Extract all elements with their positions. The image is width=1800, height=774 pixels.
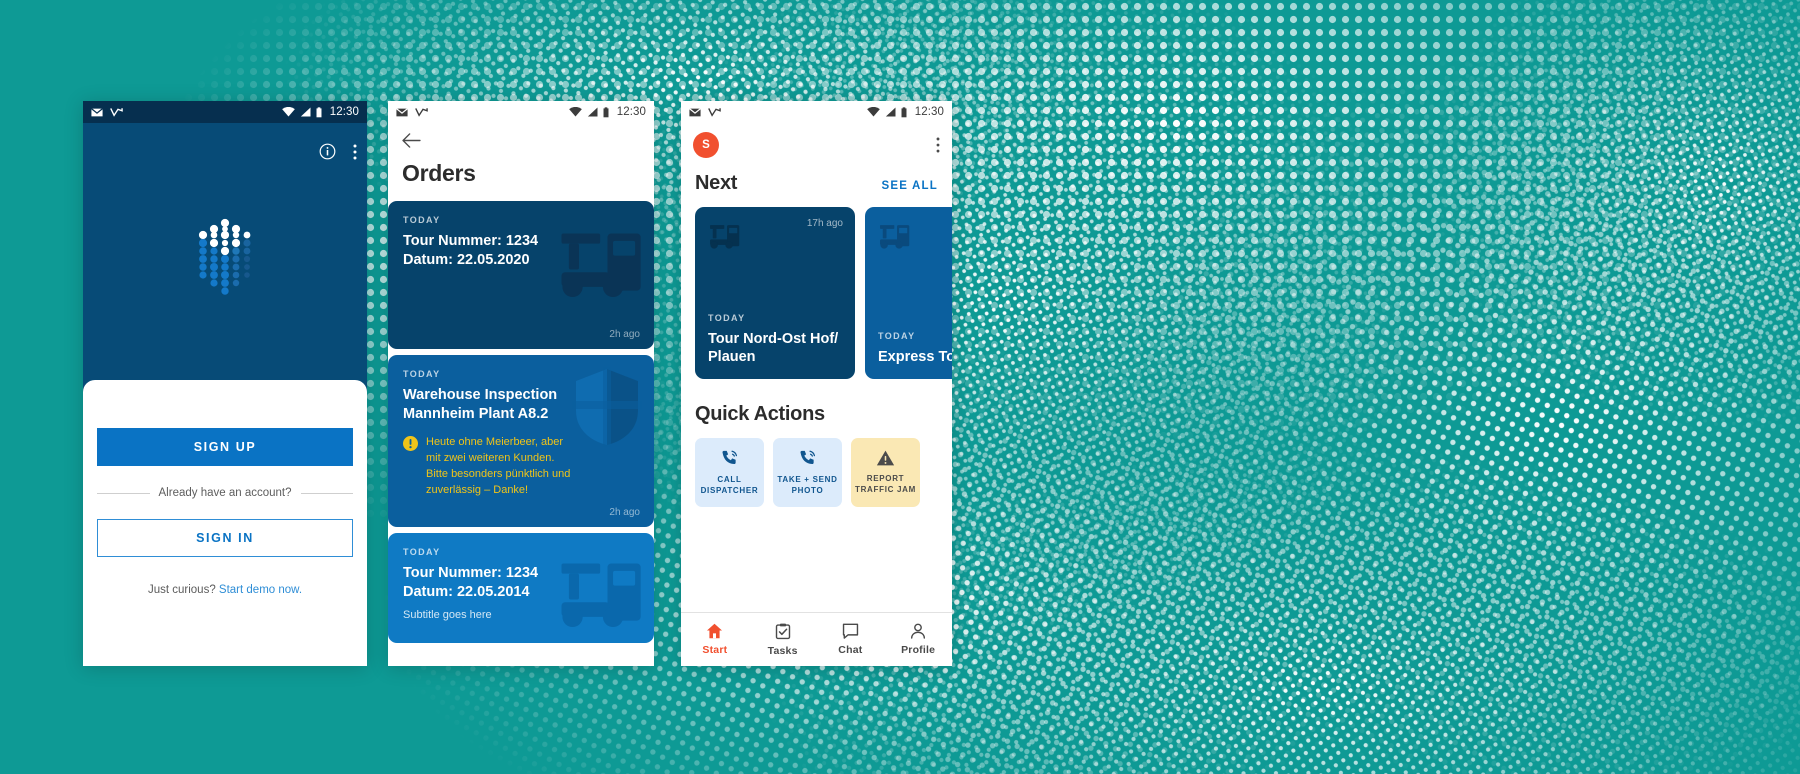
mail-icon: [91, 107, 103, 116]
chat-bubble-icon: [842, 623, 859, 639]
next-card-title: Tour Nord-Ost Hof/ Plauen: [708, 330, 839, 366]
trending-icon: [110, 108, 123, 117]
hex-dot-logo: [198, 218, 251, 295]
nav-label: Start: [702, 644, 728, 656]
card-eyebrow: TODAY: [403, 215, 441, 225]
next-card[interactable]: TODAY Express Tour 4: [865, 207, 952, 379]
card-title: Warehouse Inspection Mannheim Plant A8.2: [403, 387, 558, 422]
status-time: 12:30: [914, 106, 944, 118]
trending-icon: [708, 108, 721, 117]
battery-icon: [316, 106, 322, 117]
signin-hero: [83, 123, 367, 402]
nav-label: Tasks: [767, 644, 798, 657]
trending-icon: [415, 108, 428, 117]
sign-up-button[interactable]: SIGN UP: [97, 428, 353, 466]
status-time: 12:30: [616, 106, 646, 118]
truck-icon: [710, 225, 740, 249]
divider-line-right: [300, 492, 354, 494]
divider-already-have-account: Already have an account?: [97, 487, 354, 499]
info-icon[interactable]: [319, 143, 336, 160]
quick-actions-title: Quick Actions: [695, 403, 825, 425]
order-card[interactable]: TODAY Tour Nummer: 1234 Datum: 22.05.201…: [388, 533, 654, 643]
card-timestamp: 2h ago: [609, 329, 640, 340]
overflow-menu-icon[interactable]: [936, 137, 940, 153]
start-demo-link[interactable]: Start demo now.: [219, 584, 302, 596]
demo-prompt-label: Just curious?: [147, 584, 219, 596]
mail-icon: [396, 107, 408, 116]
next-card[interactable]: 17h ago TODAY Tour Nord-Ost Hof/ Plauen: [695, 207, 855, 379]
back-arrow-icon[interactable]: [402, 133, 421, 148]
nav-item-tasks[interactable]: Tasks: [749, 623, 817, 657]
nav-label: Profile: [901, 644, 936, 656]
see-all-link[interactable]: SEE ALL: [881, 180, 938, 192]
wifi-icon: [568, 107, 582, 117]
quick-action-take-send-photo[interactable]: TAKE + SEND PHOTO: [773, 438, 842, 507]
card-eyebrow: TODAY: [403, 369, 441, 379]
signal-icon: [885, 107, 896, 117]
person-icon: [911, 623, 926, 639]
status-time: 12:30: [329, 106, 359, 118]
demo-prompt: Just curious? Start demo now.: [97, 584, 353, 596]
overflow-menu-icon[interactable]: [353, 143, 357, 160]
phone-mockup-signin: 12:30 SIGN UP Already have an account? S…: [83, 101, 367, 666]
signal-icon: [300, 107, 311, 117]
quick-actions-list: CALL DISPATCHER TAKE + SEND PHOTO REPORT…: [681, 426, 952, 507]
card-title: Tour Nummer: 1234 Datum: 22.05.2014: [403, 565, 539, 600]
next-card-title: Express Tour 4: [878, 349, 952, 366]
card-timestamp: 2h ago: [609, 507, 640, 518]
sign-in-button[interactable]: SIGN IN: [97, 519, 353, 557]
alert-circle-icon: [403, 436, 418, 452]
warning-triangle-icon: [876, 450, 895, 466]
home-icon: [707, 623, 723, 639]
phone-mockup-orders: 12:30 Orders TODAY Tour Nummer: 1234 Dat…: [388, 101, 654, 666]
battery-icon: [901, 106, 907, 117]
quick-action-report-traffic-jam[interactable]: REPORT TRAFFIC JAM: [851, 438, 920, 507]
signal-icon: [587, 107, 598, 117]
clipboard-check-icon: [775, 623, 790, 639]
phone-ring-icon: [722, 450, 738, 464]
status-bar: 12:30: [681, 101, 952, 123]
nav-item-start[interactable]: Start: [681, 623, 749, 656]
page-title: Orders: [402, 160, 476, 186]
card-eyebrow: TODAY: [403, 547, 441, 557]
next-section-header: Next SEE ALL: [681, 158, 952, 195]
signin-sheet: SIGN UP Already have an account? SIGN IN…: [83, 380, 367, 666]
quick-action-label: CALL DISPATCHER: [700, 474, 759, 495]
next-card-eyebrow: TODAY: [878, 331, 916, 342]
next-card-eyebrow: TODAY: [708, 312, 746, 323]
divider-label: Already have an account?: [158, 487, 292, 499]
orders-topbar: Orders: [388, 123, 654, 201]
order-card[interactable]: TODAY Warehouse Inspection Mannheim Plan…: [388, 355, 654, 527]
phone-mockup-home: 12:30 S Next SEE ALL 17h ago TODAY Tour …: [681, 101, 952, 666]
card-title: Tour Nummer: 1234 Datum: 22.05.2020: [403, 233, 539, 268]
bottom-navigation: Start Tasks Chat Profile: [681, 612, 952, 666]
status-bar: 12:30: [388, 101, 654, 123]
quick-action-label: TAKE + SEND PHOTO: [777, 474, 838, 495]
nav-label: Chat: [838, 644, 863, 656]
home-appbar: S: [681, 123, 952, 158]
status-bar: 12:30: [83, 101, 367, 123]
card-warning-text: Heute ohne Meierbeer, aber mit zwei weit…: [426, 436, 571, 496]
wifi-icon: [281, 107, 295, 117]
wifi-icon: [866, 107, 880, 117]
nav-item-chat[interactable]: Chat: [817, 623, 885, 656]
next-card-list: 17h ago TODAY Tour Nord-Ost Hof/ Plauen: [681, 195, 952, 379]
next-card-timestamp: 17h ago: [806, 218, 843, 229]
truck-icon: [880, 225, 910, 249]
card-warning: Heute ohne Meierbeer, aber mit zwei weit…: [403, 435, 639, 499]
avatar[interactable]: S: [693, 132, 719, 158]
quick-action-label: REPORT TRAFFIC JAM: [854, 474, 917, 494]
next-section-title: Next: [695, 172, 738, 194]
card-subtitle: Subtitle goes here: [403, 609, 492, 622]
quick-action-call-dispatcher[interactable]: CALL DISPATCHER: [695, 438, 764, 507]
battery-icon: [603, 106, 609, 117]
order-card[interactable]: TODAY Tour Nummer: 1234 Datum: 22.05.202…: [388, 201, 654, 349]
phone-ring-icon: [800, 450, 816, 464]
mail-icon: [689, 107, 701, 116]
divider-line-left: [97, 492, 150, 494]
nav-item-profile[interactable]: Profile: [884, 623, 952, 656]
